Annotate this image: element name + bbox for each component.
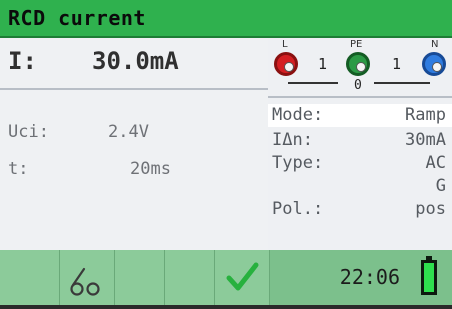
l-pe-wire [288,82,338,84]
pe-n-status: 1 [392,55,402,73]
battery-icon [421,256,437,295]
terminal-pe-jack-icon [346,52,370,76]
parameter-list: Mode: Ramp IΔn: 30mA Type: AC G Pol.: po… [268,98,452,250]
uci-label: Uci: [8,122,49,142]
settings-panel: L PE N 1 1 0 Mode: Ramp IΔn: 30mA Type: … [268,38,452,250]
polarity-label: Pol.: [272,199,324,219]
l-n-status: 0 [354,78,362,93]
title-bar: RCD current [0,0,452,38]
terminal-n-jack-icon [422,52,446,76]
time-value: 20ms [130,159,171,179]
mode-value: Ramp [405,105,446,125]
type-label: Type: [272,153,324,173]
terminal-l-label: L [282,39,288,50]
idn-label: IΔn: [272,130,313,150]
mode-label: Mode: [272,105,324,125]
terminal-n-label: N [431,39,439,50]
mode-row[interactable]: Mode: Ramp [268,104,452,127]
uci-value: 2.4V [108,122,149,142]
main-result-row: I: 30.0mA [0,38,268,90]
terminal-status: L PE N 1 1 0 [268,38,452,98]
screen-title: RCD current [8,6,146,30]
terminal-pe-label: PE [350,39,363,50]
idn-value[interactable]: 30mA [405,130,446,150]
soft-key-bar: 22:06 [0,250,452,305]
l-pe-status: 1 [318,55,328,73]
soft-key-confirm[interactable] [215,250,270,305]
terminal-l-jack-icon [274,52,298,76]
polarity-value[interactable]: pos [415,199,446,219]
clock: 22:06 [339,265,400,289]
instrument-screen: RCD current I: 30.0mA Uci: 2.4V t: 20ms … [0,0,452,305]
soft-key-probe[interactable] [60,250,115,305]
current-value: 30.0mA [92,47,179,75]
soft-key-4[interactable] [165,250,215,305]
pe-n-wire [374,82,430,84]
time-label: t: [8,159,29,179]
measurement-panel: I: 30.0mA Uci: 2.4V t: 20ms [0,38,268,250]
probe-icon [70,267,100,296]
current-label: I: [8,47,37,75]
check-icon [226,262,259,291]
type-sub-value: G [435,176,446,196]
soft-key-3[interactable] [115,250,165,305]
type-value[interactable]: AC [426,153,446,173]
soft-key-1[interactable] [0,250,60,305]
